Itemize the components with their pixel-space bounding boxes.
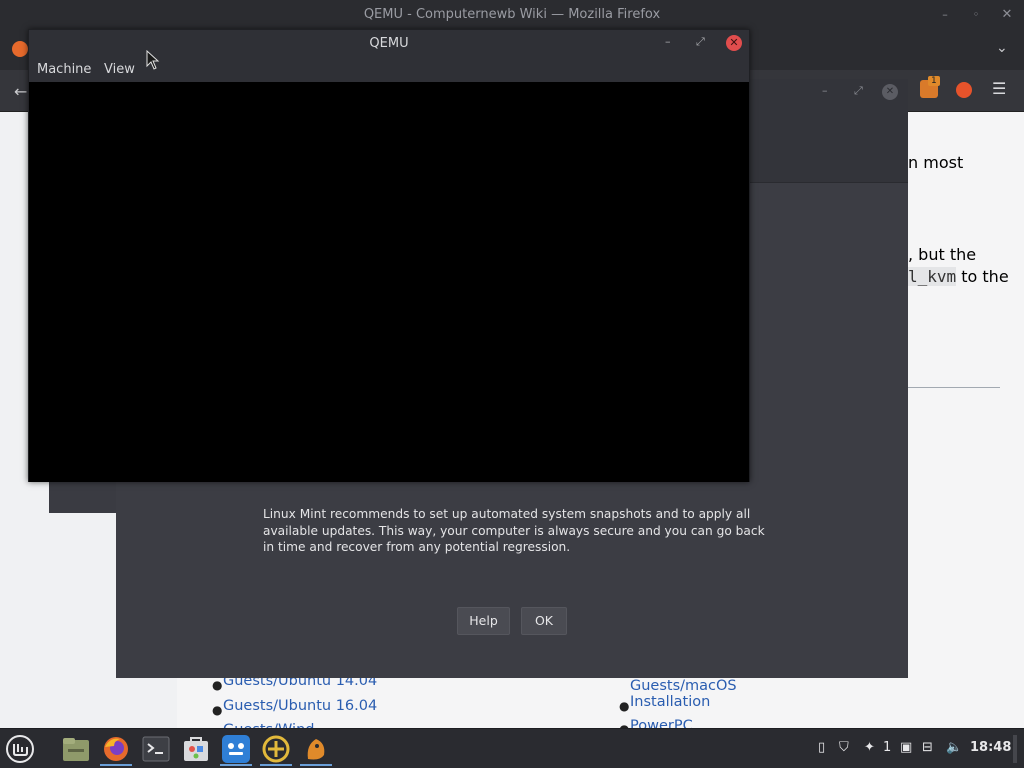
qemu-icon[interactable]: [218, 732, 254, 766]
firefox-window-title: QEMU - Computernewb Wiki — Mozilla Firef…: [363, 7, 661, 22]
wiki-link-macos[interactable]: Guests/macOS: [630, 678, 737, 694]
menu-view[interactable]: View: [104, 62, 135, 77]
help-button[interactable]: Help: [457, 607, 510, 635]
user-icon[interactable]: ▣: [900, 740, 912, 755]
back-arrow-icon[interactable]: ←: [14, 82, 27, 101]
mouse-cursor-icon: [146, 50, 160, 70]
maximize-icon[interactable]: ◦: [969, 8, 983, 22]
taskbar: ▯ ⛉ ✦ 1 ▣ ⊟ 🔈 18:48: [0, 728, 1024, 768]
qemu-window: QEMU – ⤢ ✕ Machine View: [28, 29, 750, 482]
wiki-link-installation[interactable]: Installation: [630, 694, 710, 710]
show-desktop-button[interactable]: [1013, 735, 1017, 763]
wiki-link-ubuntu-1604[interactable]: Guests/Ubuntu 16.04: [223, 698, 377, 714]
firefox-titlebar: QEMU - Computernewb Wiki — Mozilla Firef…: [0, 0, 1024, 30]
tab-list-chevron-icon[interactable]: ⌄: [996, 40, 1008, 56]
workspace-number[interactable]: 1: [883, 740, 891, 755]
firefox-icon[interactable]: [98, 732, 134, 766]
minimize-icon[interactable]: –: [822, 84, 828, 97]
hamburger-menu-icon[interactable]: ☰: [992, 79, 1006, 98]
ok-button[interactable]: OK: [521, 607, 567, 635]
update-manager-icon[interactable]: [258, 732, 294, 766]
list-bullet: ●: [212, 703, 223, 717]
window-shadow-patch: [49, 482, 116, 513]
qemu-title: QEMU: [369, 36, 409, 51]
qemu-vm-display[interactable]: [29, 82, 749, 482]
maximize-icon[interactable]: ⤢: [696, 35, 705, 49]
close-icon[interactable]: ✕: [882, 84, 898, 100]
qemu-titlebar[interactable]: QEMU – ⤢ ✕: [29, 30, 749, 58]
clipboard-icon[interactable]: ▯: [818, 740, 825, 755]
wiki-code-fragment: l_kvm: [908, 267, 957, 286]
qemu-menubar: Machine View: [29, 58, 749, 82]
mint-dialog-message: Linux Mint recommends to set up automate…: [263, 507, 765, 554]
minimize-icon[interactable]: –: [938, 8, 952, 22]
wiki-text-fragment: , but the: [908, 245, 977, 264]
clock[interactable]: 18:48: [970, 740, 1011, 755]
wiki-text-fragment: l_kvm to the: [908, 267, 1009, 286]
list-bullet: ●: [619, 699, 630, 713]
list-bullet: ●: [212, 678, 223, 692]
duckduckgo-icon[interactable]: [956, 82, 972, 98]
workspace-icon[interactable]: ✦: [864, 740, 875, 755]
menu-machine[interactable]: Machine: [37, 62, 91, 77]
network-icon[interactable]: ⊟: [922, 740, 933, 755]
close-icon[interactable]: ✕: [726, 35, 742, 51]
wiki-link-powerpc[interactable]: PowerPC: [630, 718, 693, 728]
software-manager-icon[interactable]: [178, 732, 214, 766]
files-icon[interactable]: [58, 732, 94, 766]
terminal-icon[interactable]: [138, 732, 174, 766]
extension-badge: 1: [928, 76, 940, 86]
minimize-icon[interactable]: –: [665, 35, 671, 48]
mint-menu-icon[interactable]: [2, 732, 38, 766]
wiki-text-fragment: n most: [908, 153, 964, 172]
maximize-icon[interactable]: ⤢: [854, 84, 863, 98]
app-icon[interactable]: [298, 732, 334, 766]
volume-icon[interactable]: 🔈: [946, 740, 962, 755]
shield-icon[interactable]: ⛉: [839, 740, 849, 755]
firefox-tab-icon[interactable]: [12, 41, 28, 57]
close-icon[interactable]: ✕: [1000, 8, 1014, 22]
wiki-divider: [908, 387, 1000, 388]
